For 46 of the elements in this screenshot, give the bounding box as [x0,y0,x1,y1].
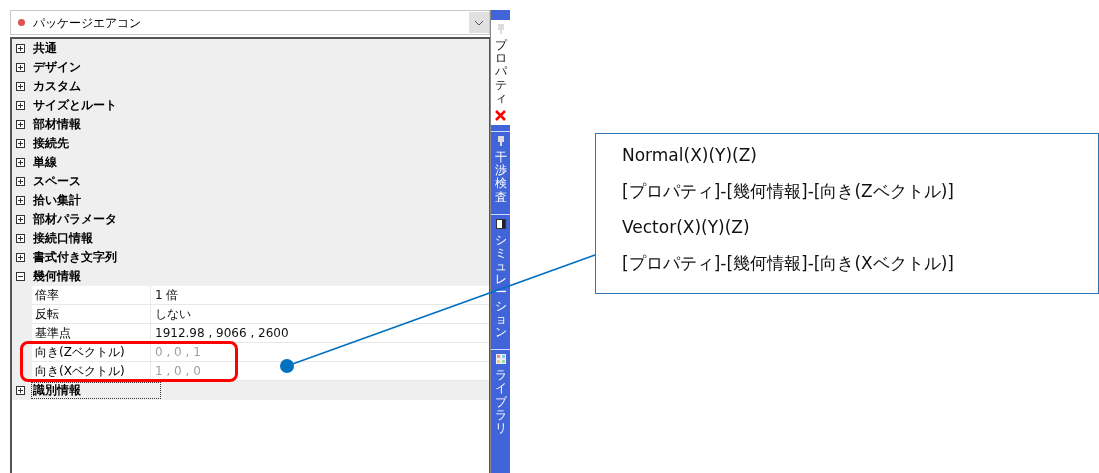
dropdown-value: パッケージエアコン [33,14,142,32]
category-label[interactable]: サイズとルート [31,97,119,114]
pin-icon [496,135,505,146]
category-label[interactable]: 単線 [31,154,59,171]
callout-text: Vector(X)(Y)(Z) [622,216,751,239]
expand-icon[interactable] [16,101,25,110]
type-dropdown[interactable]: パッケージエアコン [10,10,490,35]
chevron-icon [469,12,489,33]
property-name: 反転 [32,305,151,324]
category-label[interactable]: 接続先 [31,135,71,152]
category-label[interactable]: 部材パラメータ [31,211,119,228]
category-label[interactable]: 識別情報 [31,382,161,399]
expand-icon[interactable] [16,120,25,129]
property-value[interactable]: 1912.98 , 9066 , 2600 [151,324,489,343]
category-label[interactable]: デザイン [31,59,83,76]
expand-icon[interactable] [16,253,25,262]
category-label[interactable]: 書式付き文字列 [31,249,119,266]
category-label[interactable]: 部材情報 [31,116,83,133]
expand-icon[interactable] [16,386,25,395]
property-value[interactable]: 1 倍 [151,286,489,305]
side-tab[interactable]: プロパティ [491,20,510,125]
expand-icon[interactable] [16,44,25,53]
grid-icon [495,354,506,365]
callout-text: Normal(X)(Y)(Z) [622,144,758,167]
property-name: 倍率 [32,286,151,305]
category-label[interactable]: 幾何情報 [31,268,83,285]
expand-icon[interactable] [16,63,25,72]
expand-icon[interactable] [16,82,25,91]
property-value[interactable]: しない [151,305,489,324]
expand-icon[interactable] [16,139,25,148]
collapse-icon[interactable] [16,272,25,281]
category-label[interactable]: 接続口情報 [31,230,95,247]
callout-text: [プロパティ]-[幾何情報]-[向き(Xベクトル)] [622,252,955,275]
expand-icon[interactable] [16,215,25,224]
category-label[interactable]: 拾い集計 [31,192,83,209]
expand-icon[interactable] [16,177,25,186]
callout-text: [プロパティ]-[幾何情報]-[向き(Zベクトル)] [622,180,955,203]
expand-icon[interactable] [16,158,25,167]
expand-icon[interactable] [16,234,25,243]
close-icon[interactable] [495,109,506,121]
category-label[interactable]: カスタム [31,78,83,95]
panel-icon [495,218,506,229]
category-label[interactable]: 共通 [31,40,59,57]
expand-icon[interactable] [16,196,25,205]
category-label[interactable]: スペース [31,173,83,190]
pin-icon [496,24,505,34]
